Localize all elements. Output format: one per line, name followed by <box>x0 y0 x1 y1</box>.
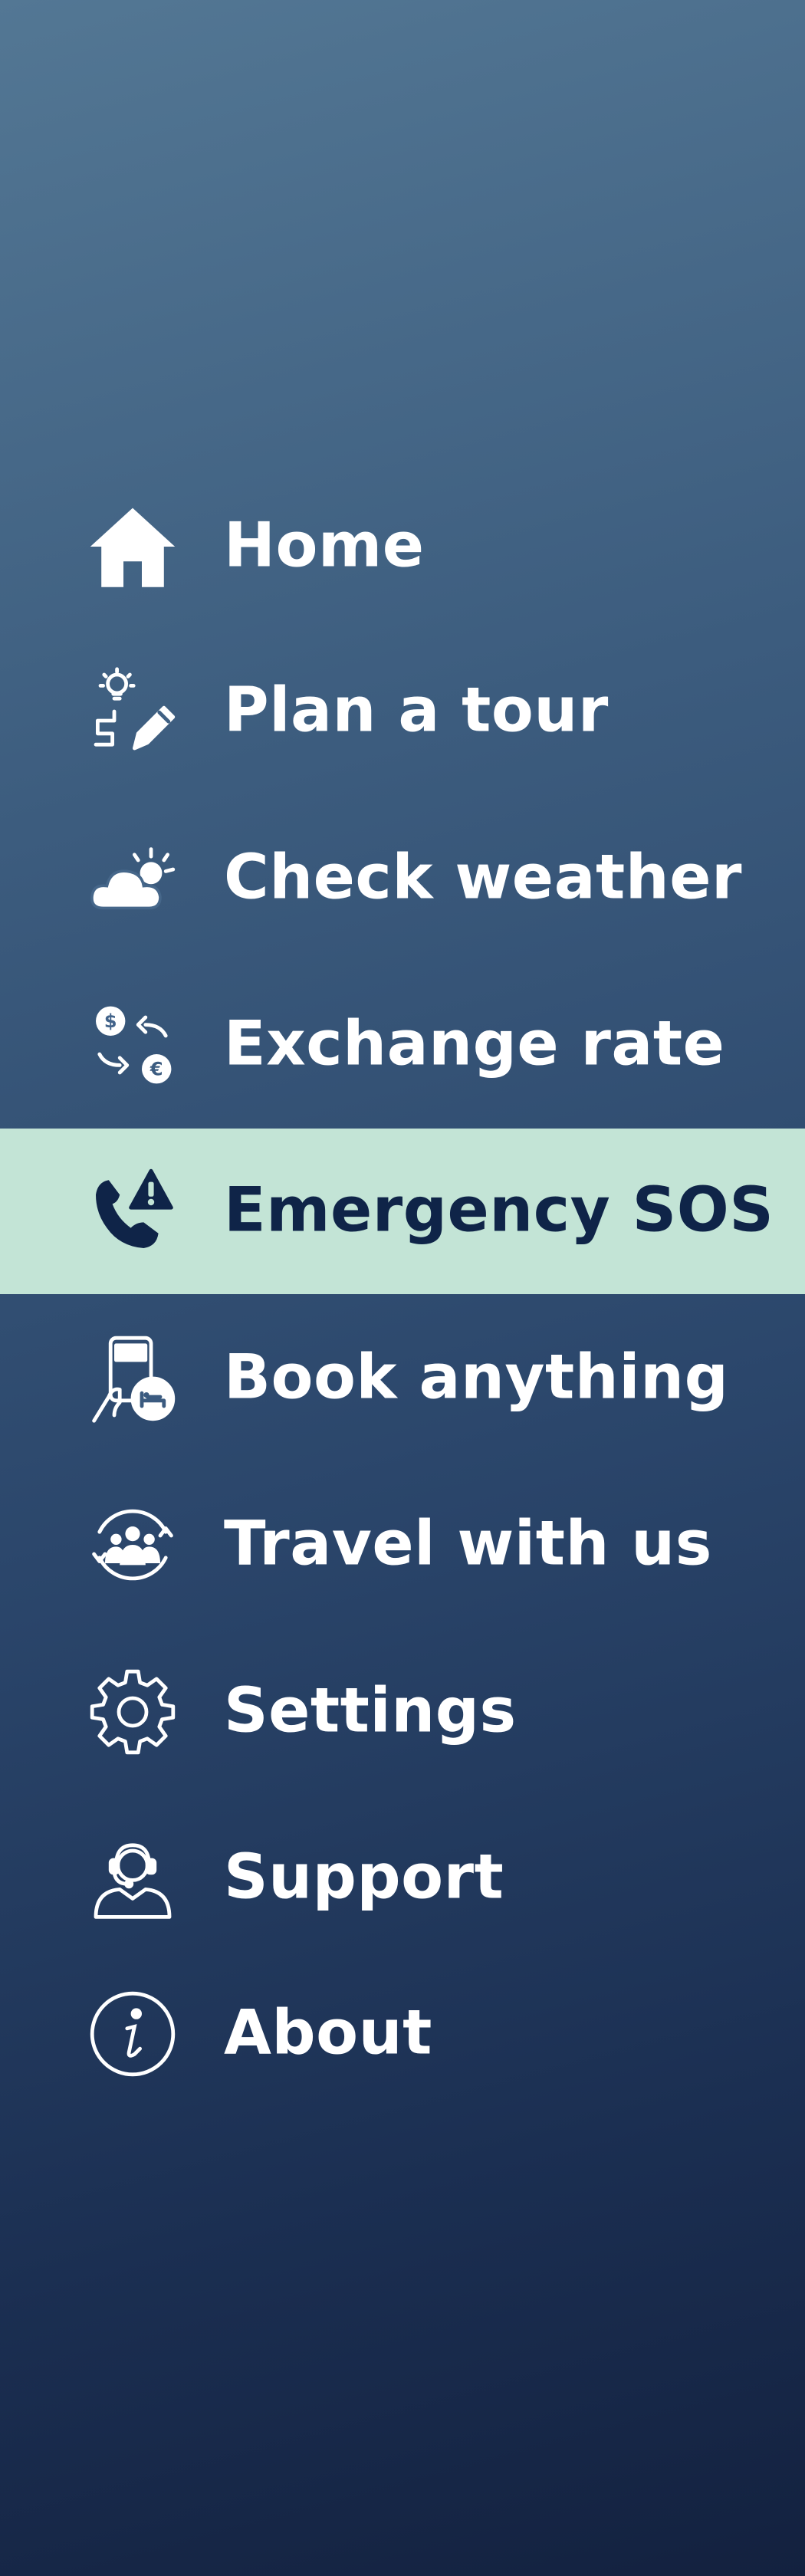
weather-icon <box>80 826 185 931</box>
plan-tour-icon <box>80 659 185 764</box>
menu-item-book-anything[interactable]: Book anything <box>0 1296 805 1461</box>
menu-item-label: Support <box>224 1841 504 1913</box>
menu-item-label: Book anything <box>224 1341 729 1413</box>
svg-text:€: € <box>150 1059 163 1080</box>
gear-icon <box>80 1660 185 1764</box>
home-icon <box>80 495 185 599</box>
side-menu: Home Plan a tour Check weather $ € Excha… <box>0 0 805 2576</box>
info-icon <box>80 1982 185 2086</box>
menu-item-label: About <box>224 1996 432 2068</box>
menu-item-label: Exchange rate <box>224 1007 725 1079</box>
menu-item-travel-with-us[interactable]: Travel with us <box>0 1462 805 1628</box>
menu-item-settings[interactable]: Settings <box>0 1629 805 1795</box>
group-travel-icon <box>80 1493 185 1597</box>
menu-item-about[interactable]: About <box>0 1951 805 2117</box>
booking-icon <box>80 1326 185 1431</box>
menu-item-exchange-rate[interactable]: $ € Exchange rate <box>0 962 805 1128</box>
support-agent-icon <box>80 1826 185 1930</box>
menu-item-label: Check weather <box>224 841 742 913</box>
menu-item-check-weather[interactable]: Check weather <box>0 796 805 961</box>
menu-item-support[interactable]: Support <box>0 1796 805 1961</box>
menu-item-label: Home <box>224 509 425 581</box>
svg-text:$: $ <box>104 1010 117 1032</box>
menu-item-label: Emergency SOS <box>224 1174 774 1246</box>
menu-item-label: Settings <box>224 1674 517 1746</box>
currency-exchange-icon: $ € <box>80 993 185 1097</box>
menu-item-label: Travel with us <box>224 1507 712 1579</box>
menu-item-emergency-sos[interactable]: Emergency SOS <box>0 1129 805 1294</box>
menu-item-home[interactable]: Home <box>0 464 805 629</box>
emergency-phone-icon <box>80 1159 185 1263</box>
menu-item-label: Plan a tour <box>224 674 609 746</box>
menu-item-plan-a-tour[interactable]: Plan a tour <box>0 629 805 794</box>
